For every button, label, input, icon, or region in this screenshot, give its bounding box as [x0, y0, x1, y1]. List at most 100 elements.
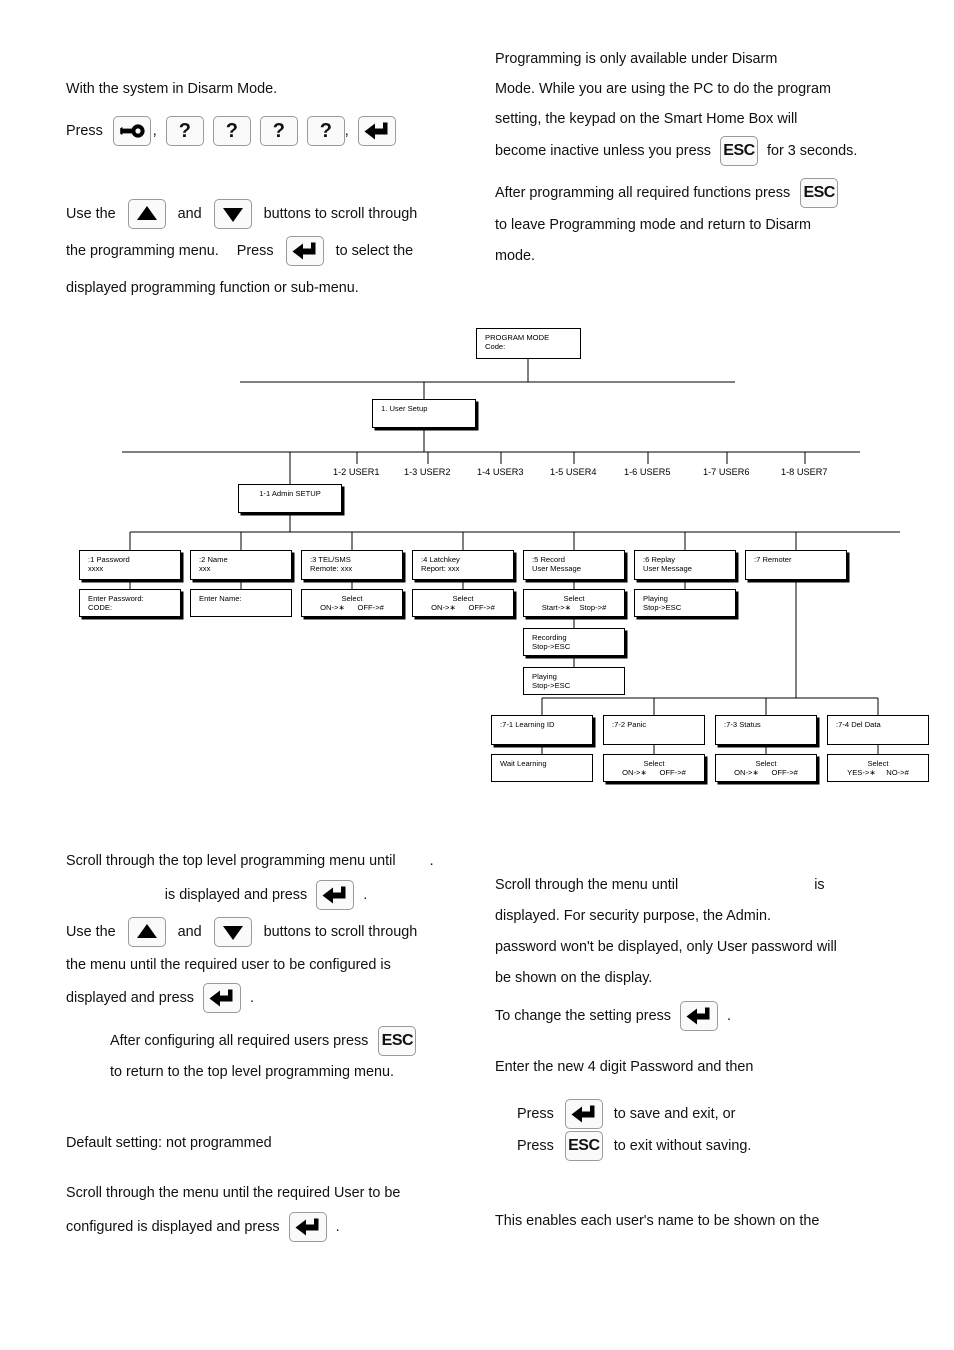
node-line-1: :7 Remoter — [754, 555, 792, 564]
diagram-node-record-select: Select Start->∗ Stop-># — [523, 589, 625, 617]
node-line-1: :1 Password — [88, 555, 130, 564]
period-2: . — [363, 887, 368, 903]
use-the-label: Use the — [66, 206, 116, 222]
diagram-node-user-setup: 1. User Setup — [372, 399, 476, 428]
programming-availability-l1: Programming is only available under Disa… — [495, 51, 778, 67]
down-arrow-key[interactable] — [213, 199, 252, 230]
node-line-2: Remote: xxx — [310, 564, 353, 574]
diagram-node-wait-learning: Wait Learning — [491, 754, 593, 782]
up-arrow-key[interactable] — [127, 917, 166, 948]
question-key[interactable]: ? — [259, 116, 298, 147]
esc-key[interactable]: ESC — [719, 136, 758, 167]
diagram-node-enter-name: Enter Name: — [190, 589, 292, 617]
node-line-2: User Message — [643, 564, 692, 574]
node-line-2: ON->∗ OFF-># — [734, 768, 798, 778]
security-purpose-label: displayed. For security purpose, the Adm… — [495, 908, 771, 924]
node-line-1: Playing — [532, 672, 557, 681]
diagram-node-opt-7-2-panic: :7-2 Panic — [603, 715, 705, 745]
diagram-node-replay-playing: Playing Stop->ESC — [634, 589, 736, 617]
bottom-left-block-5: Scroll through the menu until the requir… — [66, 1178, 464, 1245]
node-line-1: Playing — [643, 594, 668, 603]
enter-key[interactable] — [357, 116, 396, 147]
node-line-2: xxx — [199, 564, 211, 574]
enter-key[interactable] — [203, 983, 241, 1014]
esc-key[interactable]: ESC — [800, 178, 839, 209]
node-line-2: CODE: — [88, 603, 113, 613]
programming-availability-l4a: become inactive unless you press — [495, 143, 711, 159]
up-arrow-key[interactable] — [127, 199, 166, 230]
diagram-user-label-6: 1-7 USER6 — [703, 467, 750, 477]
question-key[interactable]: ? — [306, 116, 345, 147]
enter-key[interactable] — [288, 1212, 327, 1243]
enter-password-block: Enter the new 4 digit Password and then — [495, 1052, 889, 1082]
right-intro-block: Programming is only available under Disa… — [495, 44, 889, 168]
node-line-1: :7-2 Panic — [612, 720, 647, 729]
password-display-label: password won't be displayed, only User p… — [495, 939, 837, 955]
node-line-1: :7-1 Learning ID — [500, 720, 555, 729]
diagram-node-opt-7-3-status: :7-3 Status — [715, 715, 817, 745]
diagram-node-opt-1-password: :1 Password xxxx — [79, 550, 181, 580]
period-1: . — [429, 853, 434, 869]
node-line-1: 1. User Setup — [381, 404, 428, 413]
enter-new-password-label: Enter the new 4 digit Password and then — [495, 1059, 754, 1075]
press-keys-row: Press , ? ? ? ?, — [66, 114, 486, 148]
save-exit-label: to save and exit, or — [613, 1106, 736, 1122]
node-line-1: :7-4 Del Data — [836, 720, 881, 729]
period-3: . — [250, 990, 254, 1006]
esc-key[interactable]: ESC — [564, 1131, 603, 1162]
after-configuring-label: After configuring all required users pre… — [110, 1033, 369, 1049]
node-line-2: YES->∗ NO-># — [847, 768, 909, 778]
node-line-1: :4 Latchkey — [421, 555, 460, 564]
left-intro-block: With the system in Disarm Mode. — [66, 74, 466, 104]
node-line-1: PROGRAM MODE — [485, 333, 550, 342]
diagram-node-program-mode: PROGRAM MODE Code: — [476, 328, 581, 359]
node-line-2: ON->∗ OFF-># — [431, 603, 495, 613]
diagram-node-opt-6-replay: :6 Replay User Message — [634, 550, 736, 580]
question-key[interactable]: ? — [212, 116, 251, 147]
press-label-3: Press — [517, 1106, 554, 1122]
enter-key[interactable] — [564, 1099, 603, 1130]
return-top-level-label: to return to the top level programming m… — [110, 1064, 394, 1080]
diagram-node-latchkey-select: Select ON->∗ OFF-># — [412, 589, 514, 617]
after-programming-label: After programming all required functions… — [495, 185, 791, 201]
diagram-node-admin-setup: 1-1 Admin SETUP — [238, 484, 342, 513]
key-icon[interactable] — [112, 116, 151, 147]
diagram-node-opt-7-4-del-data: :7-4 Del Data — [827, 715, 929, 745]
diagram-node-tel-sms-select: Select ON->∗ OFF-># — [301, 589, 403, 617]
node-line-1: Select — [563, 594, 585, 603]
esc-key[interactable]: ESC — [378, 1026, 417, 1057]
question-key[interactable]: ? — [165, 116, 204, 147]
node-line-1: Select — [341, 594, 363, 603]
scroll-top-level-label: Scroll through the top level programming… — [66, 853, 396, 869]
scroll-instructions-block: Use the and buttons to scroll through th… — [66, 196, 466, 307]
enter-key[interactable] — [316, 880, 355, 911]
save-exit-block: Press to save and exit, or Press ESC to … — [517, 1098, 911, 1162]
scroll-menu-user-label: Scroll through the menu until the requir… — [66, 1185, 401, 1201]
diagram-node-opt-7-remoter: :7 Remoter — [745, 550, 847, 580]
enter-key[interactable] — [680, 1001, 718, 1032]
down-arrow-key[interactable] — [213, 917, 252, 948]
diagram-user-label-7: 1-8 USER7 — [781, 467, 828, 477]
node-line-1: Select — [643, 759, 665, 768]
node-line-2: ON->∗ OFF-># — [320, 603, 384, 613]
diagram-user-label-3: 1-4 USER3 — [477, 467, 524, 477]
node-line-1: Select — [867, 759, 889, 768]
bottom-left-block-1: Scroll through the top level programming… — [66, 846, 466, 913]
default-setting-label: Default setting: not programmed — [66, 1135, 272, 1151]
node-line-1: Wait Learning — [500, 759, 547, 768]
scroll-through-label: buttons to scroll through — [263, 206, 418, 222]
press-label-4: Press — [517, 1138, 554, 1154]
node-line-1: :6 Replay — [643, 555, 676, 564]
node-line-2: ON->∗ OFF-># — [622, 768, 686, 778]
node-line-2: Start->∗ Stop-># — [541, 603, 607, 613]
bottom-left-block-2: Use the and buttons to scroll through th… — [66, 914, 466, 1016]
node-line-2: User Message — [532, 564, 581, 574]
diagram-node-status-select: Select ON->∗ OFF-># — [715, 754, 817, 782]
node-line-2: xxxx — [88, 564, 104, 574]
use-the-label-2: Use the — [66, 924, 116, 940]
press-label: Press — [66, 123, 103, 139]
period-5: . — [727, 1008, 731, 1024]
enter-key[interactable] — [285, 236, 324, 267]
programming-availability-l3: setting, the keypad on the Smart Home Bo… — [495, 111, 798, 127]
comma-1: , — [152, 123, 157, 139]
